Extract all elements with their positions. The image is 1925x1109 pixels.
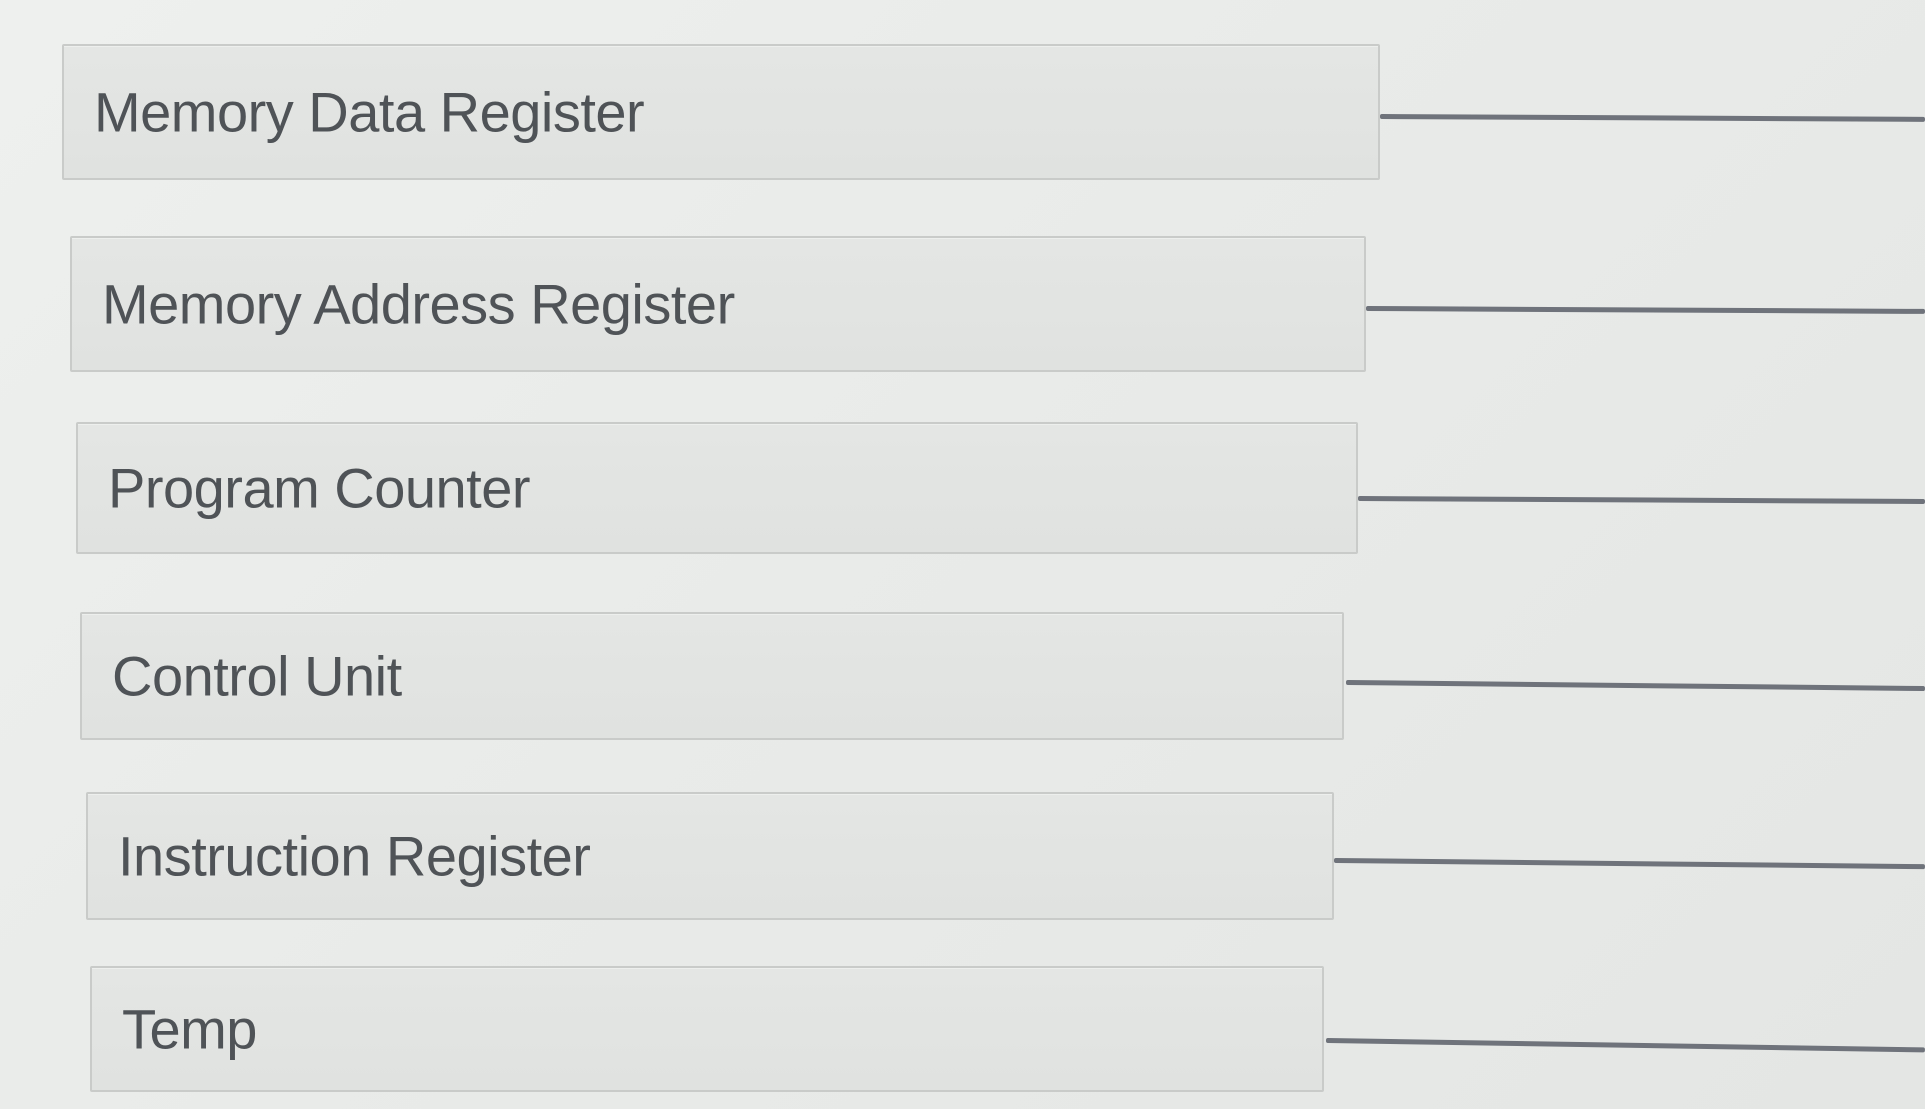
term-label: Instruction Register <box>118 824 591 888</box>
match-row-memory-data-register: Memory Data Register <box>0 44 1925 184</box>
term-label: Control Unit <box>112 644 402 708</box>
term-label: Memory Data Register <box>94 80 645 144</box>
term-box-control-unit[interactable]: Control Unit <box>80 612 1344 740</box>
answer-line[interactable] <box>1325 1038 1925 1053</box>
term-label: Program Counter <box>108 456 531 520</box>
term-box-memory-data-register[interactable]: Memory Data Register <box>62 44 1380 180</box>
answer-line[interactable] <box>1345 680 1925 692</box>
term-box-program-counter[interactable]: Program Counter <box>76 422 1358 554</box>
answer-line[interactable] <box>1333 858 1925 870</box>
term-box-temp[interactable]: Temp <box>90 966 1324 1092</box>
match-row-control-unit: Control Unit <box>0 612 1925 752</box>
term-box-instruction-register[interactable]: Instruction Register <box>86 792 1334 920</box>
match-row-temp: Temp <box>0 966 1925 1106</box>
match-row-program-counter: Program Counter <box>0 422 1925 562</box>
answer-line[interactable] <box>1365 306 1925 314</box>
answer-line[interactable] <box>1379 114 1925 122</box>
term-box-memory-address-register[interactable]: Memory Address Register <box>70 236 1366 372</box>
match-row-instruction-register: Instruction Register <box>0 792 1925 932</box>
term-label: Memory Address Register <box>102 272 735 336</box>
matching-term-list: Memory Data Register Memory Address Regi… <box>0 0 1925 1109</box>
answer-line[interactable] <box>1357 496 1925 504</box>
match-row-memory-address-register: Memory Address Register <box>0 236 1925 376</box>
term-label: Temp <box>122 997 257 1061</box>
